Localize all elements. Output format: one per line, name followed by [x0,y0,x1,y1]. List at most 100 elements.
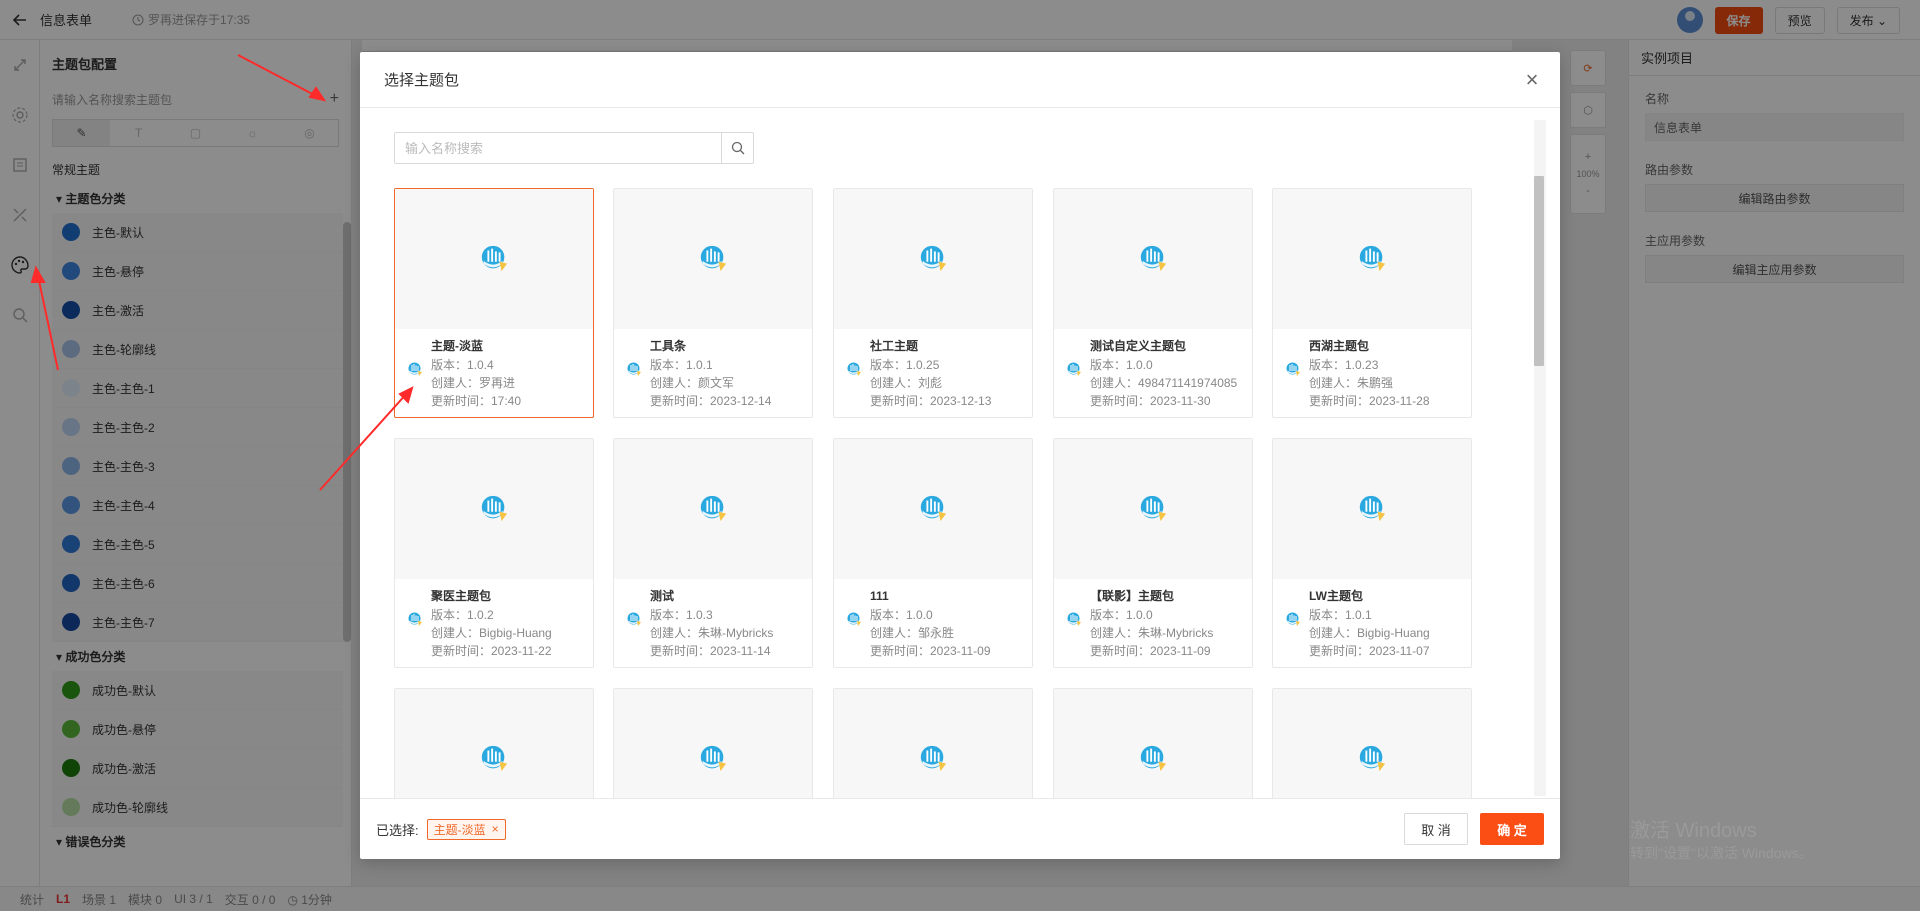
theme-thumbnail [1054,439,1252,579]
theme-mini-icon [1285,611,1301,632]
theme-info: 测试 版本：1.0.3 创建人：朱琳-Mybricks 更新时间：2023-11-14 [614,579,812,660]
theme-name: 测试 [650,589,675,603]
theme-mini-icon [626,361,642,382]
theme-version: 版本：1.0.2 [431,608,494,622]
theme-card[interactable] [613,688,813,798]
theme-thumbnail [834,689,1032,798]
theme-card[interactable]: 测试 版本：1.0.3 创建人：朱琳-Mybricks 更新时间：2023-11-14 [613,438,813,668]
theme-thumbnail [614,189,812,329]
theme-logo-icon [918,493,948,526]
theme-card[interactable]: 工具条 版本：1.0.1 创建人：颜文军 更新时间：2023-12-14 [613,188,813,418]
theme-logo-icon [1138,743,1168,776]
theme-creator: 创建人：颜文军 [650,376,735,390]
theme-version: 版本：1.0.3 [650,608,713,622]
theme-info: 111 版本：1.0.0 创建人：邹永胜 更新时间：2023-11-09 [834,579,1032,660]
dialog-title: 选择主题包 [384,72,460,89]
theme-updated: 更新时间：2023-12-13 [870,394,992,408]
theme-mini-icon [626,611,642,632]
theme-creator: 创建人：498471141974085 [1090,376,1238,390]
theme-logo-icon [698,243,728,276]
theme-mini-icon [1285,361,1301,382]
theme-logo-icon [479,493,509,526]
theme-thumbnail [395,189,593,329]
theme-creator: 创建人：朱鹏强 [1309,376,1394,390]
theme-creator: 创建人：朱琳-Mybricks [1090,626,1214,640]
dialog-header: 选择主题包 × [360,52,1560,108]
theme-info: 主题-淡蓝 版本：1.0.4 创建人：罗再进 更新时间：17:40 [395,329,593,410]
theme-updated: 更新时间：2023-11-30 [1090,394,1211,408]
theme-logo-icon [1138,243,1168,276]
cancel-button[interactable]: 取 消 [1404,813,1468,845]
theme-card[interactable]: LW主题包 版本：1.0.1 创建人：Bigbig-Huang 更新时间：2023-1… [1272,438,1472,668]
theme-version: 版本：1.0.4 [431,358,494,372]
selected-tag: 主题-淡蓝 × [426,818,506,840]
theme-logo-icon [918,243,948,276]
theme-version: 版本：1.0.1 [650,358,713,372]
theme-thumbnail [834,439,1032,579]
theme-card[interactable] [394,688,594,798]
theme-thumbnail [1273,439,1471,579]
theme-thumbnail [395,689,593,798]
theme-thumbnail [834,189,1032,329]
theme-updated: 更新时间：2023-11-28 [1309,394,1430,408]
theme-version: 版本：1.0.0 [1090,608,1153,622]
theme-card[interactable] [1053,688,1253,798]
theme-card[interactable]: 聚医主题包 版本：1.0.2 创建人：Bigbig-Huang 更新时间：2023-1… [394,438,594,668]
theme-mini-icon [407,611,423,632]
theme-creator: 创建人：Bigbig-Huang [1309,626,1430,640]
selected-tag-label: 主题-淡蓝 [433,822,486,837]
theme-card[interactable] [1272,688,1472,798]
theme-creator: 创建人：邹永胜 [870,626,955,640]
theme-creator: 创建人：罗再进 [431,376,516,390]
theme-info: 测试自定义主题包 版本：1.0.0 创建人：498471141974085 更新时间：… [1054,329,1252,410]
theme-logo-icon [1138,493,1168,526]
theme-card[interactable]: 社工主题 版本：1.0.25 创建人：刘彪 更新时间：2023-12-13 [833,188,1033,418]
theme-info: 【联影】主题包 版本：1.0.0 创建人：朱琳-Mybricks 更新时间：2023-… [1054,579,1252,660]
theme-version: 版本：1.0.0 [870,608,933,622]
remove-tag-icon[interactable]: × [492,822,499,836]
theme-card[interactable]: 主题-淡蓝 版本：1.0.4 创建人：罗再进 更新时间：17:40 [394,188,594,418]
theme-thumbnail [1273,689,1471,798]
theme-updated: 更新时间：2023-11-09 [1090,644,1211,658]
theme-logo-icon [698,493,728,526]
theme-name: LW主题包 [1309,589,1363,603]
theme-updated: 更新时间：2023-11-09 [870,644,991,658]
theme-version: 版本：1.0.23 [1309,358,1379,372]
theme-version: 版本：1.0.0 [1090,358,1153,372]
windows-watermark: 激活 Windows 转到"设置"以激活 Windows。 [1630,814,1813,863]
theme-thumbnail [395,439,593,579]
theme-logo-icon [1357,243,1387,276]
theme-name-search-input[interactable] [395,133,721,163]
theme-info: 社工主题 版本：1.0.25 创建人：刘彪 更新时间：2023-12-13 [834,329,1032,410]
theme-card[interactable]: 111 版本：1.0.0 创建人：邹永胜 更新时间：2023-11-09 [833,438,1033,668]
watermark-line1: 激活 Windows [1630,820,1757,842]
theme-card[interactable]: 测试自定义主题包 版本：1.0.0 创建人：498471141974085 更新时间：… [1053,188,1253,418]
theme-logo-icon [918,743,948,776]
theme-version: 版本：1.0.25 [870,358,940,372]
confirm-button[interactable]: 确 定 [1480,813,1544,845]
dialog-scroll-thumb[interactable] [1534,176,1544,366]
selected-label: 已选择: [376,822,419,838]
theme-logo-icon [479,743,509,776]
watermark-line2: 转到"设置"以激活 Windows。 [1630,845,1813,861]
theme-updated: 更新时间：2023-11-22 [431,644,552,658]
dialog-footer: 已选择: 主题-淡蓝 × 取 消 确 定 [360,798,1560,859]
theme-thumbnail [614,439,812,579]
theme-version: 版本：1.0.1 [1309,608,1372,622]
theme-creator: 创建人：刘彪 [870,376,943,390]
theme-card[interactable] [833,688,1033,798]
search-button[interactable] [721,133,753,163]
theme-mini-icon [1066,611,1082,632]
close-icon[interactable]: × [1520,68,1544,92]
theme-thumbnail [1273,189,1471,329]
theme-thumbnail [614,689,812,798]
theme-card[interactable]: 西湖主题包 版本：1.0.23 创建人：朱鹏强 更新时间：2023-11-28 [1272,188,1472,418]
theme-card[interactable]: 【联影】主题包 版本：1.0.0 创建人：朱琳-Mybricks 更新时间：2023-… [1053,438,1253,668]
theme-logo-icon [1357,743,1387,776]
theme-name: 【联影】主题包 [1090,589,1175,603]
theme-updated: 更新时间：2023-11-14 [650,644,771,658]
theme-mini-icon [846,361,862,382]
theme-logo-icon [698,743,728,776]
select-theme-dialog: 选择主题包 × 主题-淡蓝版本：1.0.4创建人：罗再进更新时间：17:40工具… [360,52,1560,859]
theme-name: 主题-淡蓝 [431,339,483,353]
